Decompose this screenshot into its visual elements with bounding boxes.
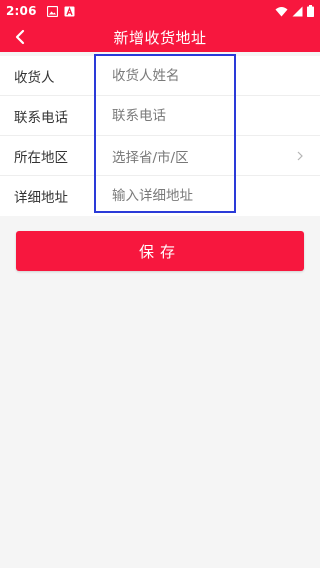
status-time: 2:06 (6, 4, 37, 18)
phone-label: 联系电话 (14, 109, 68, 126)
image-icon (46, 5, 58, 17)
region-selector[interactable]: 选择省/市/区 (96, 136, 320, 175)
detail-address-input[interactable] (112, 188, 320, 204)
address-form: 收货人 联系电话 所在地区 选择省/市/区 详细地址 (0, 56, 320, 216)
page-title: 新增收货地址 (113, 28, 207, 47)
wifi-icon (275, 6, 288, 16)
battery-icon (307, 5, 314, 17)
region-placeholder: 选择省/市/区 (112, 149, 189, 166)
form-row-recipient: 收货人 (0, 56, 320, 96)
status-left-icons (46, 5, 75, 17)
save-button[interactable]: 保存 (16, 231, 304, 271)
app-header: 新增收货地址 (0, 22, 320, 52)
status-bar: 2:06 (0, 0, 320, 22)
recipient-field-wrap (96, 56, 320, 95)
detail-address-label: 详细地址 (14, 190, 68, 206)
phone-field-wrap (96, 96, 320, 135)
status-right-icons (275, 5, 314, 17)
back-arrow-icon (15, 29, 25, 45)
form-row-region[interactable]: 所在地区 选择省/市/区 (0, 136, 320, 176)
phone-input[interactable] (112, 107, 320, 124)
detail-address-field-wrap (96, 176, 320, 216)
a-icon (64, 6, 75, 16)
recipient-label: 收货人 (14, 69, 55, 86)
form-row-phone: 联系电话 (0, 96, 320, 136)
region-label: 所在地区 (14, 149, 68, 166)
back-button[interactable] (8, 25, 32, 49)
form-row-detail-address: 详细地址 (0, 176, 320, 216)
recipient-name-input[interactable] (112, 67, 320, 84)
chevron-right-icon (297, 151, 303, 161)
signal-icon (292, 6, 303, 16)
